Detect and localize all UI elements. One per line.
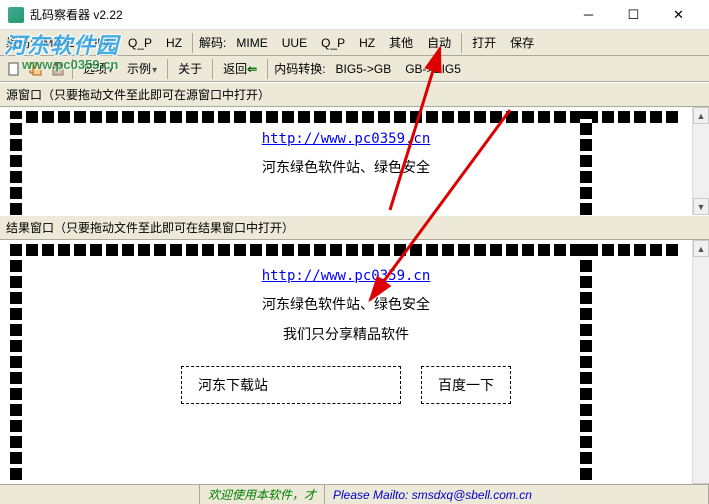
separator bbox=[72, 59, 73, 79]
examples-button[interactable]: 示例▾ bbox=[121, 57, 163, 80]
decorative-border bbox=[580, 111, 592, 215]
scroll-track[interactable] bbox=[693, 124, 709, 198]
encode-mime-button[interactable]: MIME bbox=[37, 33, 80, 53]
encode-label: 编码: bbox=[4, 34, 35, 51]
scroll-track[interactable] bbox=[693, 257, 709, 483]
about-button[interactable]: 关于 bbox=[172, 57, 208, 80]
result-box-download[interactable]: 河东下载站 bbox=[181, 366, 401, 404]
encode-qp-button[interactable]: Q_P bbox=[122, 33, 158, 53]
separator bbox=[212, 59, 213, 79]
decode-mime-button[interactable]: MIME bbox=[230, 33, 273, 53]
source-pane-wrap: http://www.pc0359.cn 河东绿色软件站、绿色安全 ▲ ▼ bbox=[0, 107, 709, 215]
chevron-down-icon: ▾ bbox=[152, 65, 157, 76]
separator bbox=[192, 33, 193, 53]
separator bbox=[461, 33, 462, 53]
separator bbox=[267, 59, 268, 79]
close-button[interactable]: ✕ bbox=[656, 0, 701, 30]
decode-uue-button[interactable]: UUE bbox=[276, 33, 313, 53]
window-controls: ─ ☐ ✕ bbox=[566, 0, 701, 30]
scroll-up-icon[interactable]: ▲ bbox=[693, 240, 709, 257]
window-title: 乱码察看器 v2.22 bbox=[30, 6, 566, 23]
maximize-button[interactable]: ☐ bbox=[611, 0, 656, 30]
scroll-down-icon[interactable]: ▼ bbox=[693, 198, 709, 215]
result-pane-wrap: http://www.pc0359.cn 河东绿色软件站、绿色安全 我们只分享精… bbox=[0, 240, 709, 500]
status-welcome: 欢迎使用本软件，才 bbox=[200, 485, 325, 504]
back-arrow-icon: ⇐ bbox=[247, 62, 257, 76]
titlebar: 乱码察看器 v2.22 ─ ☐ ✕ bbox=[0, 0, 709, 30]
source-url-link[interactable]: http://www.pc0359.cn bbox=[262, 131, 431, 147]
gb-to-big5-button[interactable]: GB->BIG5 bbox=[399, 59, 467, 79]
result-url-link[interactable]: http://www.pc0359.cn bbox=[262, 268, 431, 284]
decode-auto-button[interactable]: 自动 bbox=[421, 31, 457, 54]
result-pane-label: 结果窗口（只要拖动文件至此即可在结果窗口中打开） bbox=[0, 215, 709, 240]
encode-uue-button[interactable]: UUE bbox=[83, 33, 120, 53]
separator bbox=[167, 59, 168, 79]
toolbar-encode-decode: 编码: MIME UUE Q_P HZ 解码: MIME UUE Q_P HZ … bbox=[0, 30, 709, 56]
toolbar-tools: 选项▾ 示例▾ 关于 返回⇐ 内码转换: BIG5->GB GB->BIG5 bbox=[0, 56, 709, 82]
decode-label: 解码: bbox=[197, 34, 228, 51]
save-button[interactable]: 保存 bbox=[504, 31, 540, 54]
minimize-button[interactable]: ─ bbox=[566, 0, 611, 30]
status-mailto: Please Mailto: smsdxq@sbell.com.cn bbox=[325, 485, 709, 504]
new-icon[interactable] bbox=[4, 59, 24, 79]
back-button[interactable]: 返回⇐ bbox=[217, 57, 263, 80]
source-pane[interactable]: http://www.pc0359.cn 河东绿色软件站、绿色安全 bbox=[0, 107, 692, 215]
source-pane-label: 源窗口（只要拖动文件至此即可在源窗口中打开） bbox=[0, 82, 709, 107]
big5-to-gb-button[interactable]: BIG5->GB bbox=[330, 59, 398, 79]
decode-qp-button[interactable]: Q_P bbox=[315, 33, 351, 53]
options-button[interactable]: 选项▾ bbox=[77, 57, 119, 80]
copy-icon[interactable] bbox=[26, 59, 46, 79]
result-box-baidu[interactable]: 百度一下 bbox=[421, 366, 511, 404]
decorative-border bbox=[10, 111, 22, 215]
decorative-border bbox=[10, 244, 22, 496]
statusbar: 欢迎使用本软件，才 Please Mailto: smsdxq@sbell.co… bbox=[0, 484, 709, 504]
decode-other-button[interactable]: 其他 bbox=[383, 31, 419, 54]
source-scrollbar[interactable]: ▲ ▼ bbox=[692, 107, 709, 215]
result-scrollbar[interactable]: ▲ ▼ bbox=[692, 240, 709, 500]
encode-hz-button[interactable]: HZ bbox=[160, 33, 188, 53]
app-icon bbox=[8, 7, 24, 23]
decode-hz-button[interactable]: HZ bbox=[353, 33, 381, 53]
result-pane[interactable]: http://www.pc0359.cn 河东绿色软件站、绿色安全 我们只分享精… bbox=[0, 240, 692, 500]
chevron-down-icon: ▾ bbox=[108, 65, 113, 76]
status-seg-empty bbox=[0, 485, 200, 504]
open-button[interactable]: 打开 bbox=[466, 31, 502, 54]
decorative-border bbox=[580, 244, 592, 496]
inner-convert-label: 内码转换: bbox=[272, 60, 327, 77]
paste-icon[interactable] bbox=[48, 59, 68, 79]
scroll-up-icon[interactable]: ▲ bbox=[693, 107, 709, 124]
